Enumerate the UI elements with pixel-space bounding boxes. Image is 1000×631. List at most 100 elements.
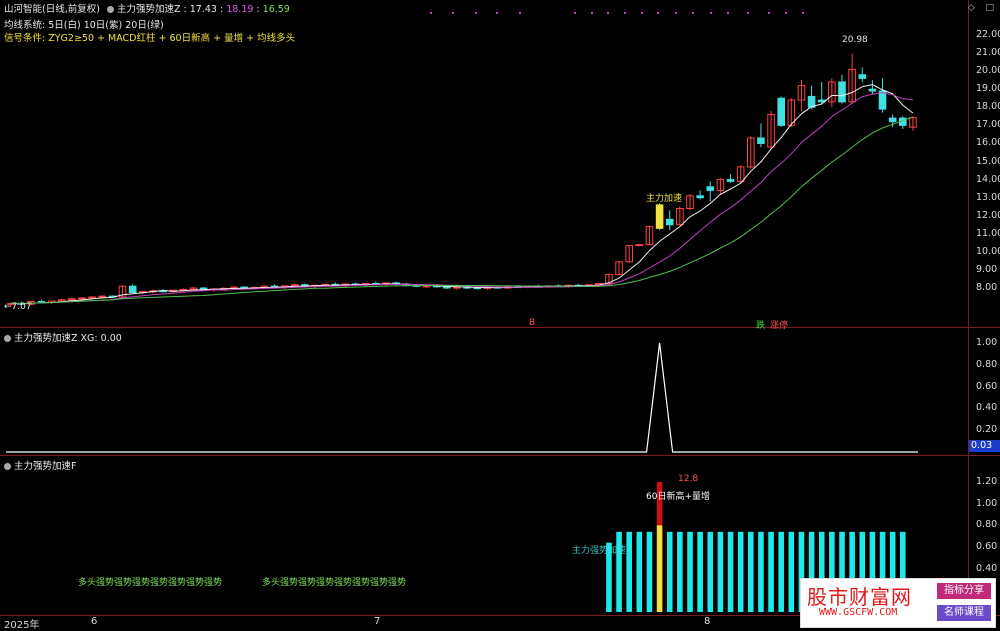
candle-body: [696, 195, 704, 199]
top-marker: [657, 12, 659, 14]
top-marker: [430, 12, 432, 14]
panel2-tick: 0.80: [976, 358, 998, 370]
candle-body: [78, 297, 86, 300]
top-marker: [574, 12, 576, 14]
strength-bar: [748, 531, 754, 612]
settings-dot-icon[interactable]: [4, 335, 11, 342]
price-tick: 21.00: [976, 47, 1000, 59]
panel3-strong-text: 主力强势加速: [572, 546, 627, 556]
candle-body: [665, 218, 674, 226]
buy-tag: B: [529, 318, 536, 328]
strength-bar: [687, 531, 693, 612]
watermark-title: 股市财富网: [807, 585, 912, 609]
top-marker: [519, 12, 521, 14]
date-year: 2025年: [4, 620, 40, 631]
settings-dot-icon[interactable]: [4, 463, 11, 470]
candle-body: [68, 298, 76, 301]
top-marker: [710, 12, 712, 14]
top-marker: [496, 12, 498, 14]
candle-body: [726, 179, 735, 182]
top-marker: [624, 12, 626, 14]
strength-bar: [697, 531, 703, 612]
price-tick: 20.00: [976, 65, 1000, 77]
panel2-header: 主力强势加速Z XG: 0.00: [4, 330, 122, 344]
strength-bar: [717, 531, 724, 612]
price-tick: 19.00: [976, 83, 1000, 95]
watermark-url: WWW.GSCFW.COM: [819, 607, 898, 618]
price-tick: 16.00: [976, 137, 1000, 149]
price-tick: 9.00: [976, 263, 998, 275]
date-month-7: 7: [374, 616, 381, 627]
panel3-tick: 0.40: [976, 562, 998, 574]
price-tick: 14.00: [976, 173, 1000, 185]
strength-bar: [707, 531, 714, 612]
panel2-tick: 0.60: [976, 380, 998, 392]
watermark-logo: 股市财富网 WWW.GSCFW.COM 指标分享 名师课程: [800, 578, 996, 628]
high-price-label: 20.98: [842, 35, 868, 45]
candle-body: [858, 74, 867, 79]
top-marker: [785, 12, 787, 14]
price-chart[interactable]: [0, 0, 1000, 630]
xg-signal-line: [6, 342, 918, 453]
strength-bar: [727, 531, 734, 612]
signal-label: 主力加速: [646, 194, 683, 204]
teacher-course-button[interactable]: 名师课程: [937, 605, 991, 621]
candle-body: [635, 244, 644, 247]
panel2-tick: 0.40: [976, 402, 998, 414]
candle-body: [706, 186, 715, 191]
panel3-tick: 0.60: [976, 541, 998, 552]
top-marker: [675, 12, 677, 14]
strength-bar: [778, 531, 784, 612]
panel3-trend-text-2: 多头强势强势强势强势强势强势强势: [262, 578, 407, 588]
strength-bar: [646, 531, 653, 612]
panel3-value-label: 12.8: [678, 474, 699, 484]
candle-body: [757, 137, 765, 144]
panel3-new-high-label: 60日新高+量增: [646, 492, 710, 502]
candle-body: [777, 97, 785, 126]
top-marker: [768, 12, 770, 14]
panel3-tick: 1.20: [976, 476, 998, 487]
strength-bar: [666, 531, 673, 612]
panel3-trend-text-1: 多头强势强势强势强势强势强势强势: [78, 578, 223, 588]
panel2-tick: 1.00: [976, 337, 998, 348]
panel3-header: 主力强势加速F: [4, 458, 76, 472]
price-tick: 15.00: [976, 155, 1000, 167]
candle-body: [98, 295, 107, 298]
candle-body: [888, 117, 897, 123]
candle-body: [838, 81, 846, 103]
price-tick: 10.00: [976, 245, 1000, 257]
price-tick: 12.00: [976, 209, 1000, 221]
low-price-value: 7.07: [11, 302, 32, 312]
signal-bar-yellow: [656, 525, 663, 612]
top-marker: [607, 12, 609, 14]
top-marker: [747, 12, 749, 14]
date-month-8: 8: [704, 616, 711, 627]
strength-bar: [677, 531, 683, 612]
drop-tag: 跌: [756, 321, 766, 331]
panel3-tick: 0.80: [976, 519, 998, 531]
top-marker: [641, 12, 643, 14]
ma20-line: [11, 116, 914, 305]
strength-bar: [758, 531, 764, 612]
strength-bar: [768, 531, 774, 612]
candle-body: [88, 296, 96, 299]
panel2-title[interactable]: 主力强势加速Z: [14, 333, 78, 344]
top-marker: [475, 12, 477, 14]
price-tick: 8.00: [976, 282, 998, 293]
panel2-tick: 0.20: [976, 424, 998, 436]
top-marker: [452, 12, 454, 14]
current-value-badge: 0.03: [969, 440, 1000, 452]
low-price-label: ←7.07: [4, 302, 32, 312]
price-tick: 17.00: [976, 119, 1000, 131]
top-marker: [802, 12, 804, 14]
xg-label: XG:: [80, 333, 98, 344]
candle-body: [128, 285, 137, 294]
candle-body: [878, 90, 887, 110]
panel3-title[interactable]: 主力强势加速F: [14, 461, 76, 472]
price-tick: 13.00: [976, 191, 1000, 203]
price-tick: 18.00: [976, 101, 1000, 113]
indicator-share-button[interactable]: 指标分享: [937, 583, 991, 599]
top-marker: [692, 12, 694, 14]
strength-bar: [626, 531, 632, 612]
candle-body: [868, 88, 877, 92]
